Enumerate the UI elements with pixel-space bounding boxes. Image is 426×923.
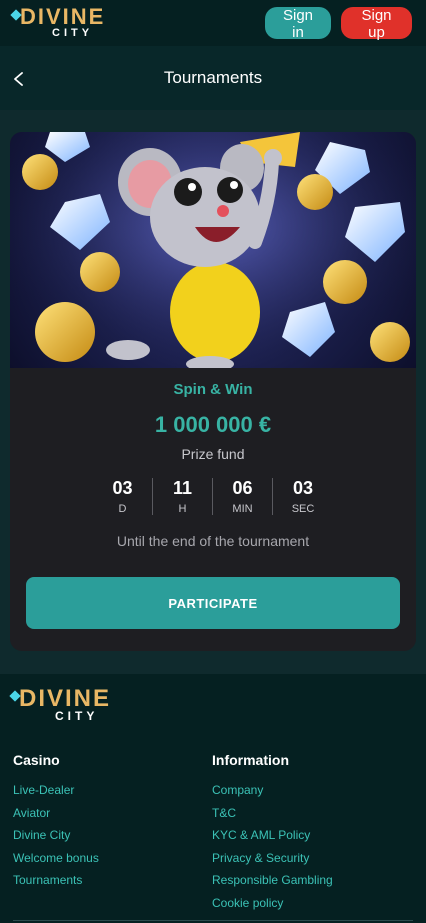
footer-link-aviator[interactable]: Aviator: [13, 802, 212, 825]
footer-heading-information: Information: [212, 752, 289, 768]
site-logo[interactable]: DIVINE CITY: [10, 4, 106, 39]
footer-link-privacy[interactable]: Privacy & Security: [212, 847, 411, 870]
timer-unit: D: [118, 503, 127, 515]
tournament-banner-image: [10, 132, 416, 368]
page-title-bar: Tournaments: [0, 46, 426, 110]
sign-up-button[interactable]: Sign up: [341, 7, 412, 41]
footer-link-cookie-policy[interactable]: Cookie policy: [212, 892, 411, 915]
timer-value: 06: [232, 478, 253, 498]
footer-link-welcome-bonus[interactable]: Welcome bonus: [13, 847, 212, 870]
countdown-timer: 03 D 11 H 06 MIN 03 SEC: [10, 478, 416, 515]
footer-columns: Casino Live-Dealer Aviator Divine City W…: [13, 752, 413, 914]
page-title: Tournaments: [163, 68, 263, 87]
footer-divider: [13, 920, 413, 921]
auth-buttons: Sign in Sign up: [265, 7, 412, 41]
timer-unit: SEC: [291, 503, 315, 515]
site-header: DIVINE CITY Sign in Sign up: [0, 0, 426, 46]
timer-value: 03: [292, 478, 314, 498]
tournament-card: Spin & Win 1 000 000 € Prize fund 03 D 1…: [10, 132, 416, 651]
mouse-illustration: [10, 132, 416, 368]
timer-minutes: 06 MIN: [213, 478, 273, 515]
tournament-details: Spin & Win 1 000 000 € Prize fund 03 D 1…: [10, 368, 416, 629]
logo-text-top: DIVINE: [20, 4, 106, 29]
footer-logo[interactable]: DIVINE CITY: [9, 685, 413, 723]
countdown-caption: Until the end of the tournament: [116, 533, 310, 549]
chevron-left-icon[interactable]: [12, 72, 26, 86]
timer-hours: 11 H: [153, 478, 213, 515]
footer-column-casino: Casino Live-Dealer Aviator Divine City W…: [13, 752, 212, 914]
footer-column-information: Information Company T&C KYC & AML Policy…: [212, 752, 411, 914]
footer-link-live-dealer[interactable]: Live-Dealer: [13, 779, 212, 802]
main-content: Spin & Win 1 000 000 € Prize fund 03 D 1…: [0, 110, 426, 651]
footer-heading-casino: Casino: [13, 752, 60, 768]
logo-text-top: DIVINE: [19, 685, 112, 712]
sign-in-button[interactable]: Sign in: [265, 7, 331, 41]
timer-unit: H: [178, 503, 187, 515]
footer-link-divine-city[interactable]: Divine City: [13, 824, 212, 847]
prize-amount: 1 000 000 €: [154, 412, 272, 437]
prize-label: Prize fund: [181, 446, 245, 462]
footer-link-tournaments[interactable]: Tournaments: [13, 869, 212, 892]
site-footer: DIVINE CITY Casino Live-Dealer Aviator D…: [0, 674, 426, 923]
participate-button[interactable]: PARTICIPATE: [26, 577, 400, 629]
footer-link-kyc-aml[interactable]: KYC & AML Policy: [212, 824, 411, 847]
tournament-name: Spin & Win: [173, 381, 253, 398]
footer-link-responsible-gambling[interactable]: Responsible Gambling: [212, 869, 411, 892]
footer-link-company[interactable]: Company: [212, 779, 411, 802]
timer-days: 03 D: [93, 478, 153, 515]
timer-seconds: 03 SEC: [273, 478, 333, 515]
timer-value: 03: [112, 478, 133, 498]
footer-link-tc[interactable]: T&C: [212, 802, 411, 825]
timer-value: 11: [172, 478, 193, 498]
logo-text-bottom: CITY: [52, 27, 94, 39]
timer-unit: MIN: [232, 503, 253, 515]
logo-text-bottom: CITY: [55, 709, 99, 723]
